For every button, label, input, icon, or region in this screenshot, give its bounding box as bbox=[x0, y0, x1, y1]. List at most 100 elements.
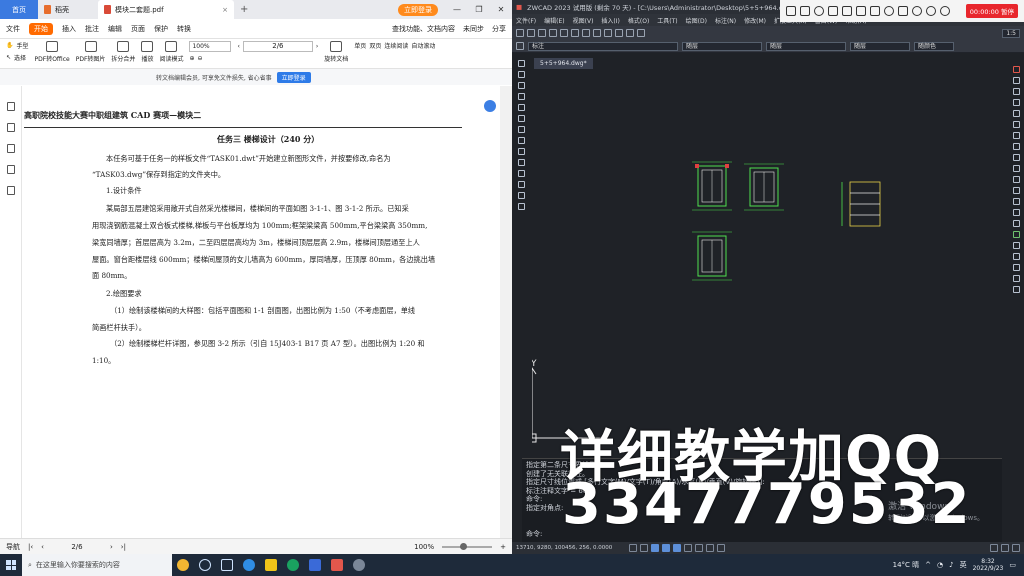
share-button[interactable]: 分享 bbox=[492, 24, 506, 34]
menu-insert[interactable]: 插入 bbox=[62, 24, 76, 34]
hatch-icon[interactable] bbox=[517, 170, 525, 177]
weather-text[interactable]: 14°C 晴 bbox=[893, 560, 920, 570]
zoom-slider[interactable] bbox=[442, 542, 493, 550]
pdf-to-office-button[interactable]: PDF转Office bbox=[35, 41, 70, 63]
ortho-toggle[interactable] bbox=[651, 544, 659, 552]
open-file-icon[interactable] bbox=[527, 29, 535, 37]
copy-icon[interactable] bbox=[1012, 77, 1020, 84]
new-tab-icon[interactable]: + bbox=[234, 4, 254, 15]
zoom-icon[interactable] bbox=[626, 29, 634, 37]
pdf-page[interactable]: 高职院校技能大赛中职组建筑 CAD 赛项—模块二 任务三 楼梯设计（240 分）… bbox=[22, 86, 500, 538]
lineweight-select[interactable]: 随层 bbox=[850, 41, 910, 51]
pdf-scrollbar[interactable] bbox=[500, 86, 512, 538]
stamp-icon[interactable] bbox=[6, 186, 15, 195]
last-page-icon[interactable]: ›| bbox=[121, 543, 126, 551]
camera-icon[interactable] bbox=[940, 6, 950, 16]
speaker-icon[interactable] bbox=[912, 6, 922, 16]
region-icon[interactable] bbox=[517, 181, 525, 188]
polyline-icon[interactable] bbox=[517, 71, 525, 78]
pen-icon[interactable] bbox=[786, 6, 796, 16]
offset-icon[interactable] bbox=[1012, 99, 1020, 106]
dim-linear-icon[interactable] bbox=[1012, 242, 1020, 249]
dim-style-icon[interactable] bbox=[1012, 286, 1020, 293]
array-icon[interactable] bbox=[1012, 110, 1020, 117]
otrack-toggle[interactable] bbox=[684, 544, 692, 552]
polygon-icon[interactable] bbox=[517, 82, 525, 89]
line-icon[interactable] bbox=[517, 60, 525, 67]
volume-icon[interactable]: ♪ bbox=[949, 561, 953, 569]
recording-timer[interactable]: 00:00:00 暂停 bbox=[965, 4, 1018, 18]
assistant-icon[interactable] bbox=[484, 100, 496, 112]
cad-menu-format[interactable]: 格式(O) bbox=[628, 16, 649, 25]
annotation-scale-icon[interactable] bbox=[990, 544, 998, 552]
save-icon[interactable] bbox=[538, 29, 546, 37]
recorder-taskbar-icon[interactable] bbox=[353, 559, 365, 571]
scale-select[interactable]: 1:5 bbox=[1002, 28, 1020, 38]
cad-document-tab[interactable]: 5+5+964.dwg* bbox=[534, 58, 593, 69]
print-icon[interactable] bbox=[549, 29, 557, 37]
cad-menu-edit[interactable]: 编辑(E) bbox=[544, 16, 564, 25]
wps-taskbar-icon[interactable] bbox=[331, 559, 343, 571]
rectangle-icon[interactable] bbox=[517, 93, 525, 100]
circle-icon[interactable] bbox=[814, 6, 824, 16]
comment-icon[interactable] bbox=[6, 144, 15, 153]
ellipse-icon[interactable] bbox=[517, 137, 525, 144]
block-icon[interactable] bbox=[517, 148, 525, 155]
stretch-icon[interactable] bbox=[1012, 154, 1020, 161]
pan-icon[interactable] bbox=[615, 29, 623, 37]
zoom-out-icon[interactable]: ⊖ bbox=[198, 55, 203, 62]
redo-icon[interactable] bbox=[604, 29, 612, 37]
layer-manager-icon[interactable] bbox=[516, 42, 524, 50]
zoom-in-icon[interactable]: + bbox=[500, 543, 506, 551]
zoom-in-icon[interactable]: ⊕ bbox=[189, 55, 194, 62]
notice-login-button[interactable]: 立即登录 bbox=[276, 71, 311, 83]
ime-indicator[interactable]: 英 bbox=[960, 560, 967, 570]
maximize-icon[interactable]: ❐ bbox=[468, 5, 490, 14]
rotate-button[interactable]: 旋转文档 bbox=[324, 41, 348, 63]
weather-widget-icon[interactable] bbox=[177, 559, 189, 571]
point-icon[interactable] bbox=[517, 159, 525, 166]
sync-status[interactable]: 未同步 bbox=[463, 24, 484, 34]
trim-icon[interactable] bbox=[1012, 165, 1020, 172]
zoom-select[interactable]: 100% bbox=[189, 41, 232, 52]
double-page-button[interactable]: 双页 bbox=[369, 41, 381, 50]
delete-icon[interactable] bbox=[898, 6, 908, 16]
continuous-read-button[interactable]: 连续阅读 bbox=[384, 41, 408, 50]
attachment-icon[interactable] bbox=[6, 165, 15, 174]
tray-chevron-icon[interactable]: ^ bbox=[925, 561, 931, 569]
join-icon[interactable] bbox=[1012, 198, 1020, 205]
undo-icon[interactable] bbox=[593, 29, 601, 37]
zwcad-taskbar-icon[interactable] bbox=[309, 559, 321, 571]
cortana-icon[interactable] bbox=[199, 559, 211, 571]
menu-start[interactable]: 开始 bbox=[29, 22, 53, 35]
layer-select[interactable]: 标注 bbox=[528, 41, 678, 51]
command-input[interactable]: 命令: bbox=[526, 530, 542, 539]
text-icon[interactable] bbox=[842, 6, 852, 16]
page-input[interactable]: 2/6 bbox=[242, 41, 313, 52]
microphone-icon[interactable] bbox=[926, 6, 936, 16]
lineweight-toggle[interactable] bbox=[695, 544, 703, 552]
erase-icon[interactable] bbox=[1012, 66, 1020, 73]
auto-scroll-button[interactable]: 自动滚动 bbox=[411, 41, 435, 50]
cad-menu-modify[interactable]: 修改(M) bbox=[744, 16, 766, 25]
dim-angle-icon[interactable] bbox=[1012, 275, 1020, 282]
polar-toggle[interactable] bbox=[662, 544, 670, 552]
taskbar-clock[interactable]: 8:32 2022/9/23 bbox=[973, 558, 1004, 572]
fullscreen-icon[interactable] bbox=[1012, 544, 1020, 552]
spline-icon[interactable] bbox=[517, 126, 525, 133]
mtext-icon[interactable] bbox=[517, 203, 525, 210]
cut-icon[interactable] bbox=[560, 29, 568, 37]
status-zoom[interactable]: 100% bbox=[414, 543, 434, 551]
workspace-icon[interactable] bbox=[1001, 544, 1009, 552]
properties-icon[interactable] bbox=[637, 29, 645, 37]
prev-page-icon[interactable]: ‹ bbox=[41, 543, 44, 551]
cad-menu-file[interactable]: 文件(F) bbox=[516, 16, 536, 25]
grid-toggle[interactable] bbox=[640, 544, 648, 552]
dim-aligned-icon[interactable] bbox=[1012, 253, 1020, 260]
arrow-icon[interactable] bbox=[828, 6, 838, 16]
snap-toggle[interactable] bbox=[629, 544, 637, 552]
browser-icon[interactable] bbox=[287, 559, 299, 571]
chamfer-icon[interactable] bbox=[1012, 209, 1020, 216]
paste-icon[interactable] bbox=[582, 29, 590, 37]
next-page-icon[interactable]: › bbox=[110, 543, 113, 551]
